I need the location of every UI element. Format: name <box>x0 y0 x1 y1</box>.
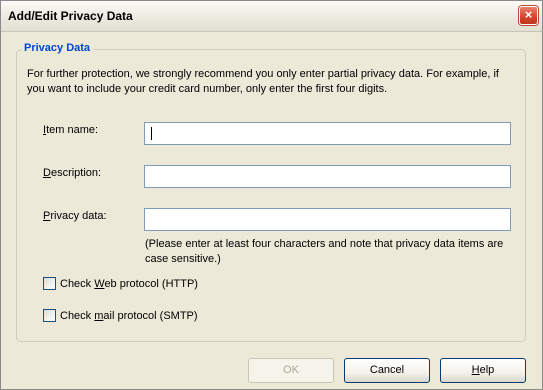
privacy-data-input[interactable] <box>144 208 511 231</box>
mail-protocol-checkbox[interactable] <box>43 309 56 322</box>
description-label: Description: <box>43 167 102 179</box>
privacy-data-dialog: Add/Edit Privacy Data × Privacy Data For… <box>0 0 543 390</box>
item-name-label: Item name: <box>43 124 99 136</box>
close-button[interactable]: × <box>519 6 538 25</box>
close-icon: × <box>524 7 533 22</box>
web-protocol-check-row[interactable]: Check Web protocol (HTTP) <box>43 277 198 290</box>
help-button[interactable]: Help <box>440 358 526 383</box>
mail-protocol-label: Check mail protocol (SMTP) <box>60 309 198 322</box>
description-input[interactable] <box>144 165 511 188</box>
text-caret <box>151 127 152 140</box>
title-bar[interactable]: Add/Edit Privacy Data × <box>1 1 542 32</box>
ok-button[interactable]: OK <box>248 358 334 383</box>
web-protocol-label: Check Web protocol (HTTP) <box>60 277 198 290</box>
intro-text: For further protection, we strongly reco… <box>27 68 499 95</box>
mail-protocol-check-row[interactable]: Check mail protocol (SMTP) <box>43 309 198 322</box>
window-title: Add/Edit Privacy Data <box>8 9 133 23</box>
cancel-button[interactable]: Cancel <box>344 358 430 383</box>
group-label: Privacy Data <box>21 42 94 54</box>
item-name-input[interactable] <box>144 122 511 145</box>
privacy-data-hint: (Please enter at least four characters a… <box>145 238 504 265</box>
privacy-data-label: Privacy data: <box>43 210 107 222</box>
web-protocol-checkbox[interactable] <box>43 277 56 290</box>
